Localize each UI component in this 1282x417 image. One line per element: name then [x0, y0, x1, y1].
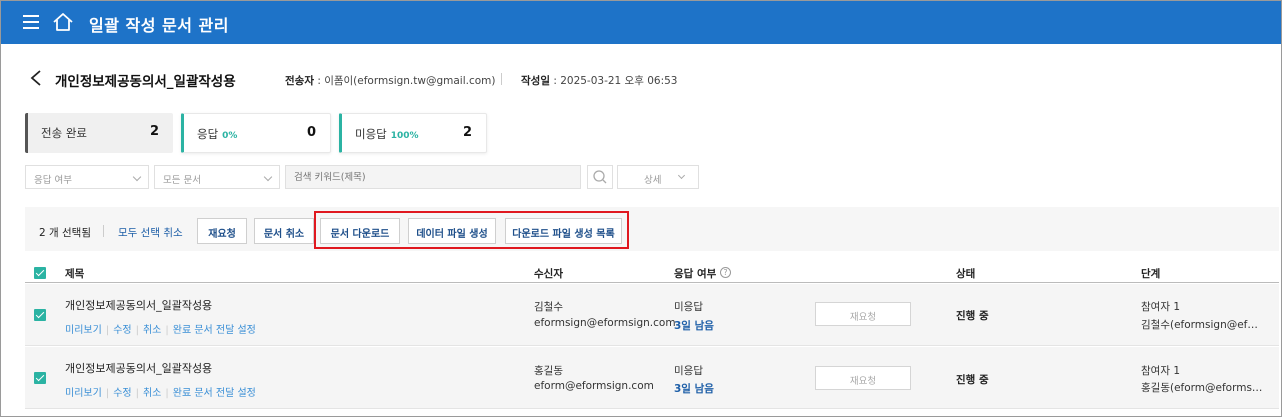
column-recipient: 수신자: [534, 268, 563, 280]
chevron-down-icon: [132, 172, 142, 182]
chevron-down-icon: [263, 172, 273, 182]
summary-not-responded-label-wrap: 미응답 100%: [355, 126, 419, 142]
response-status: 미응답: [674, 365, 703, 377]
cancel-document-button[interactable]: 문서 취소: [254, 218, 314, 244]
sender-info: 전송자 : 이폼이(eformsign.tw@gmail.com): [285, 75, 496, 87]
document-filter-value: 모든 문서: [163, 175, 201, 186]
recipient-email: eform@eformsign.com: [534, 380, 654, 392]
summary-not-responded-count: 2: [462, 125, 472, 140]
chevron-down-icon: [677, 171, 686, 180]
action-divider: [103, 225, 104, 237]
table-header: [25, 261, 1279, 283]
row-status: 진행 중: [956, 374, 989, 386]
re-request-button[interactable]: 재요청: [197, 218, 247, 244]
search-input[interactable]: [285, 165, 581, 189]
select-all-checkbox[interactable]: [34, 267, 46, 279]
deselect-all-link[interactable]: 모두 선택 취소: [118, 225, 183, 240]
selected-count: 2 개 선택됨: [39, 227, 91, 239]
page-title: 일괄 작성 문서 관리: [89, 16, 229, 35]
detail-label: 상세: [644, 175, 662, 186]
summary-sent-label: 전송 완료: [41, 126, 87, 140]
row-checkbox[interactable]: [34, 372, 46, 384]
summary-not-responded-label: 미응답: [355, 127, 387, 141]
column-title: 제목: [65, 268, 85, 280]
edit-link[interactable]: 수정: [113, 325, 131, 336]
step-label: 참여자 1: [1141, 365, 1180, 377]
created-value: 2025-03-21 오후 06:53: [560, 75, 678, 87]
document-filter-select[interactable]: 모든 문서: [154, 165, 280, 189]
row-status: 진행 중: [956, 310, 989, 322]
table-row[interactable]: [25, 347, 1279, 409]
summary-not-responded-percent: 100%: [390, 131, 419, 141]
recipient-name: 김철수: [534, 301, 563, 313]
search-button[interactable]: [587, 165, 613, 189]
app-frame: 일괄 작성 문서 관리 개인정보제공동의서_일괄작성용 전송자 : 이폼이(ef…: [0, 0, 1282, 417]
response-filter-value: 응답 여부: [34, 175, 72, 186]
column-step: 단계: [1141, 268, 1161, 280]
summary-responded-percent: 0%: [222, 131, 238, 141]
column-response: 응답 여부: [674, 268, 717, 280]
highlight-box: [314, 211, 629, 249]
summary-card-not-responded[interactable]: 미응답 100% 2: [339, 113, 487, 153]
step-label: 참여자 1: [1141, 301, 1180, 313]
completion-delivery-link[interactable]: 완료 문서 전달 설정: [173, 325, 256, 336]
search-icon: [593, 170, 607, 184]
row-title[interactable]: 개인정보제공동의서_일괄작성용: [65, 360, 212, 376]
created-info: 작성일 : 2025-03-21 오후 06:53: [521, 75, 678, 87]
row-checkbox[interactable]: [34, 309, 46, 321]
table-row[interactable]: [25, 284, 1279, 346]
hamburger-menu-icon[interactable]: [23, 15, 39, 29]
due-remaining: 3일 남음: [674, 383, 714, 395]
home-icon[interactable]: [52, 12, 74, 32]
top-bar: 일괄 작성 문서 관리: [1, 1, 1281, 44]
help-icon[interactable]: ?: [720, 267, 731, 278]
completion-delivery-link[interactable]: 완료 문서 전달 설정: [173, 388, 256, 399]
summary-sent-count: 2: [149, 124, 159, 139]
step-participant: 홍길동(eform@eforms…: [1141, 382, 1263, 394]
response-filter-select[interactable]: 응답 여부: [25, 165, 149, 189]
row-re-request-button[interactable]: 재요청: [815, 366, 911, 390]
recipient-name: 홍길동: [534, 365, 563, 377]
document-title: 개인정보제공동의서_일괄작성용: [55, 74, 236, 90]
preview-link[interactable]: 미리보기: [65, 325, 102, 336]
cancel-link[interactable]: 취소: [143, 388, 161, 399]
response-status: 미응답: [674, 301, 703, 313]
due-remaining: 3일 남음: [674, 320, 714, 332]
row-re-request-button[interactable]: 재요청: [815, 302, 911, 326]
recipient-email: eformsign@eformsign.com: [534, 317, 676, 329]
summary-responded-count: 0: [306, 125, 316, 140]
row-actions: 미리보기 | 수정 | 취소 | 완료 문서 전달 설정: [65, 388, 256, 399]
sender-value: 이폼이(eformsign.tw@gmail.com): [324, 75, 496, 87]
summary-responded-label: 응답: [197, 127, 219, 141]
row-actions: 미리보기 | 수정 | 취소 | 완료 문서 전달 설정: [65, 325, 256, 336]
sender-label: 전송자: [285, 75, 314, 87]
step-participant: 김철수(eformsign@ef…: [1141, 319, 1258, 331]
back-arrow-icon[interactable]: [29, 69, 43, 87]
created-label: 작성일: [521, 75, 550, 87]
edit-link[interactable]: 수정: [113, 388, 131, 399]
meta-divider: [501, 73, 502, 85]
summary-responded-label-wrap: 응답 0%: [197, 126, 237, 142]
detail-search-button[interactable]: 상세: [617, 165, 699, 189]
preview-link[interactable]: 미리보기: [65, 388, 102, 399]
row-title[interactable]: 개인정보제공동의서_일괄작성용: [65, 297, 212, 313]
cancel-link[interactable]: 취소: [143, 325, 161, 336]
summary-card-sent[interactable]: 전송 완료 2: [25, 113, 173, 153]
column-status: 상태: [956, 268, 976, 280]
summary-card-responded[interactable]: 응답 0% 0: [181, 113, 331, 153]
